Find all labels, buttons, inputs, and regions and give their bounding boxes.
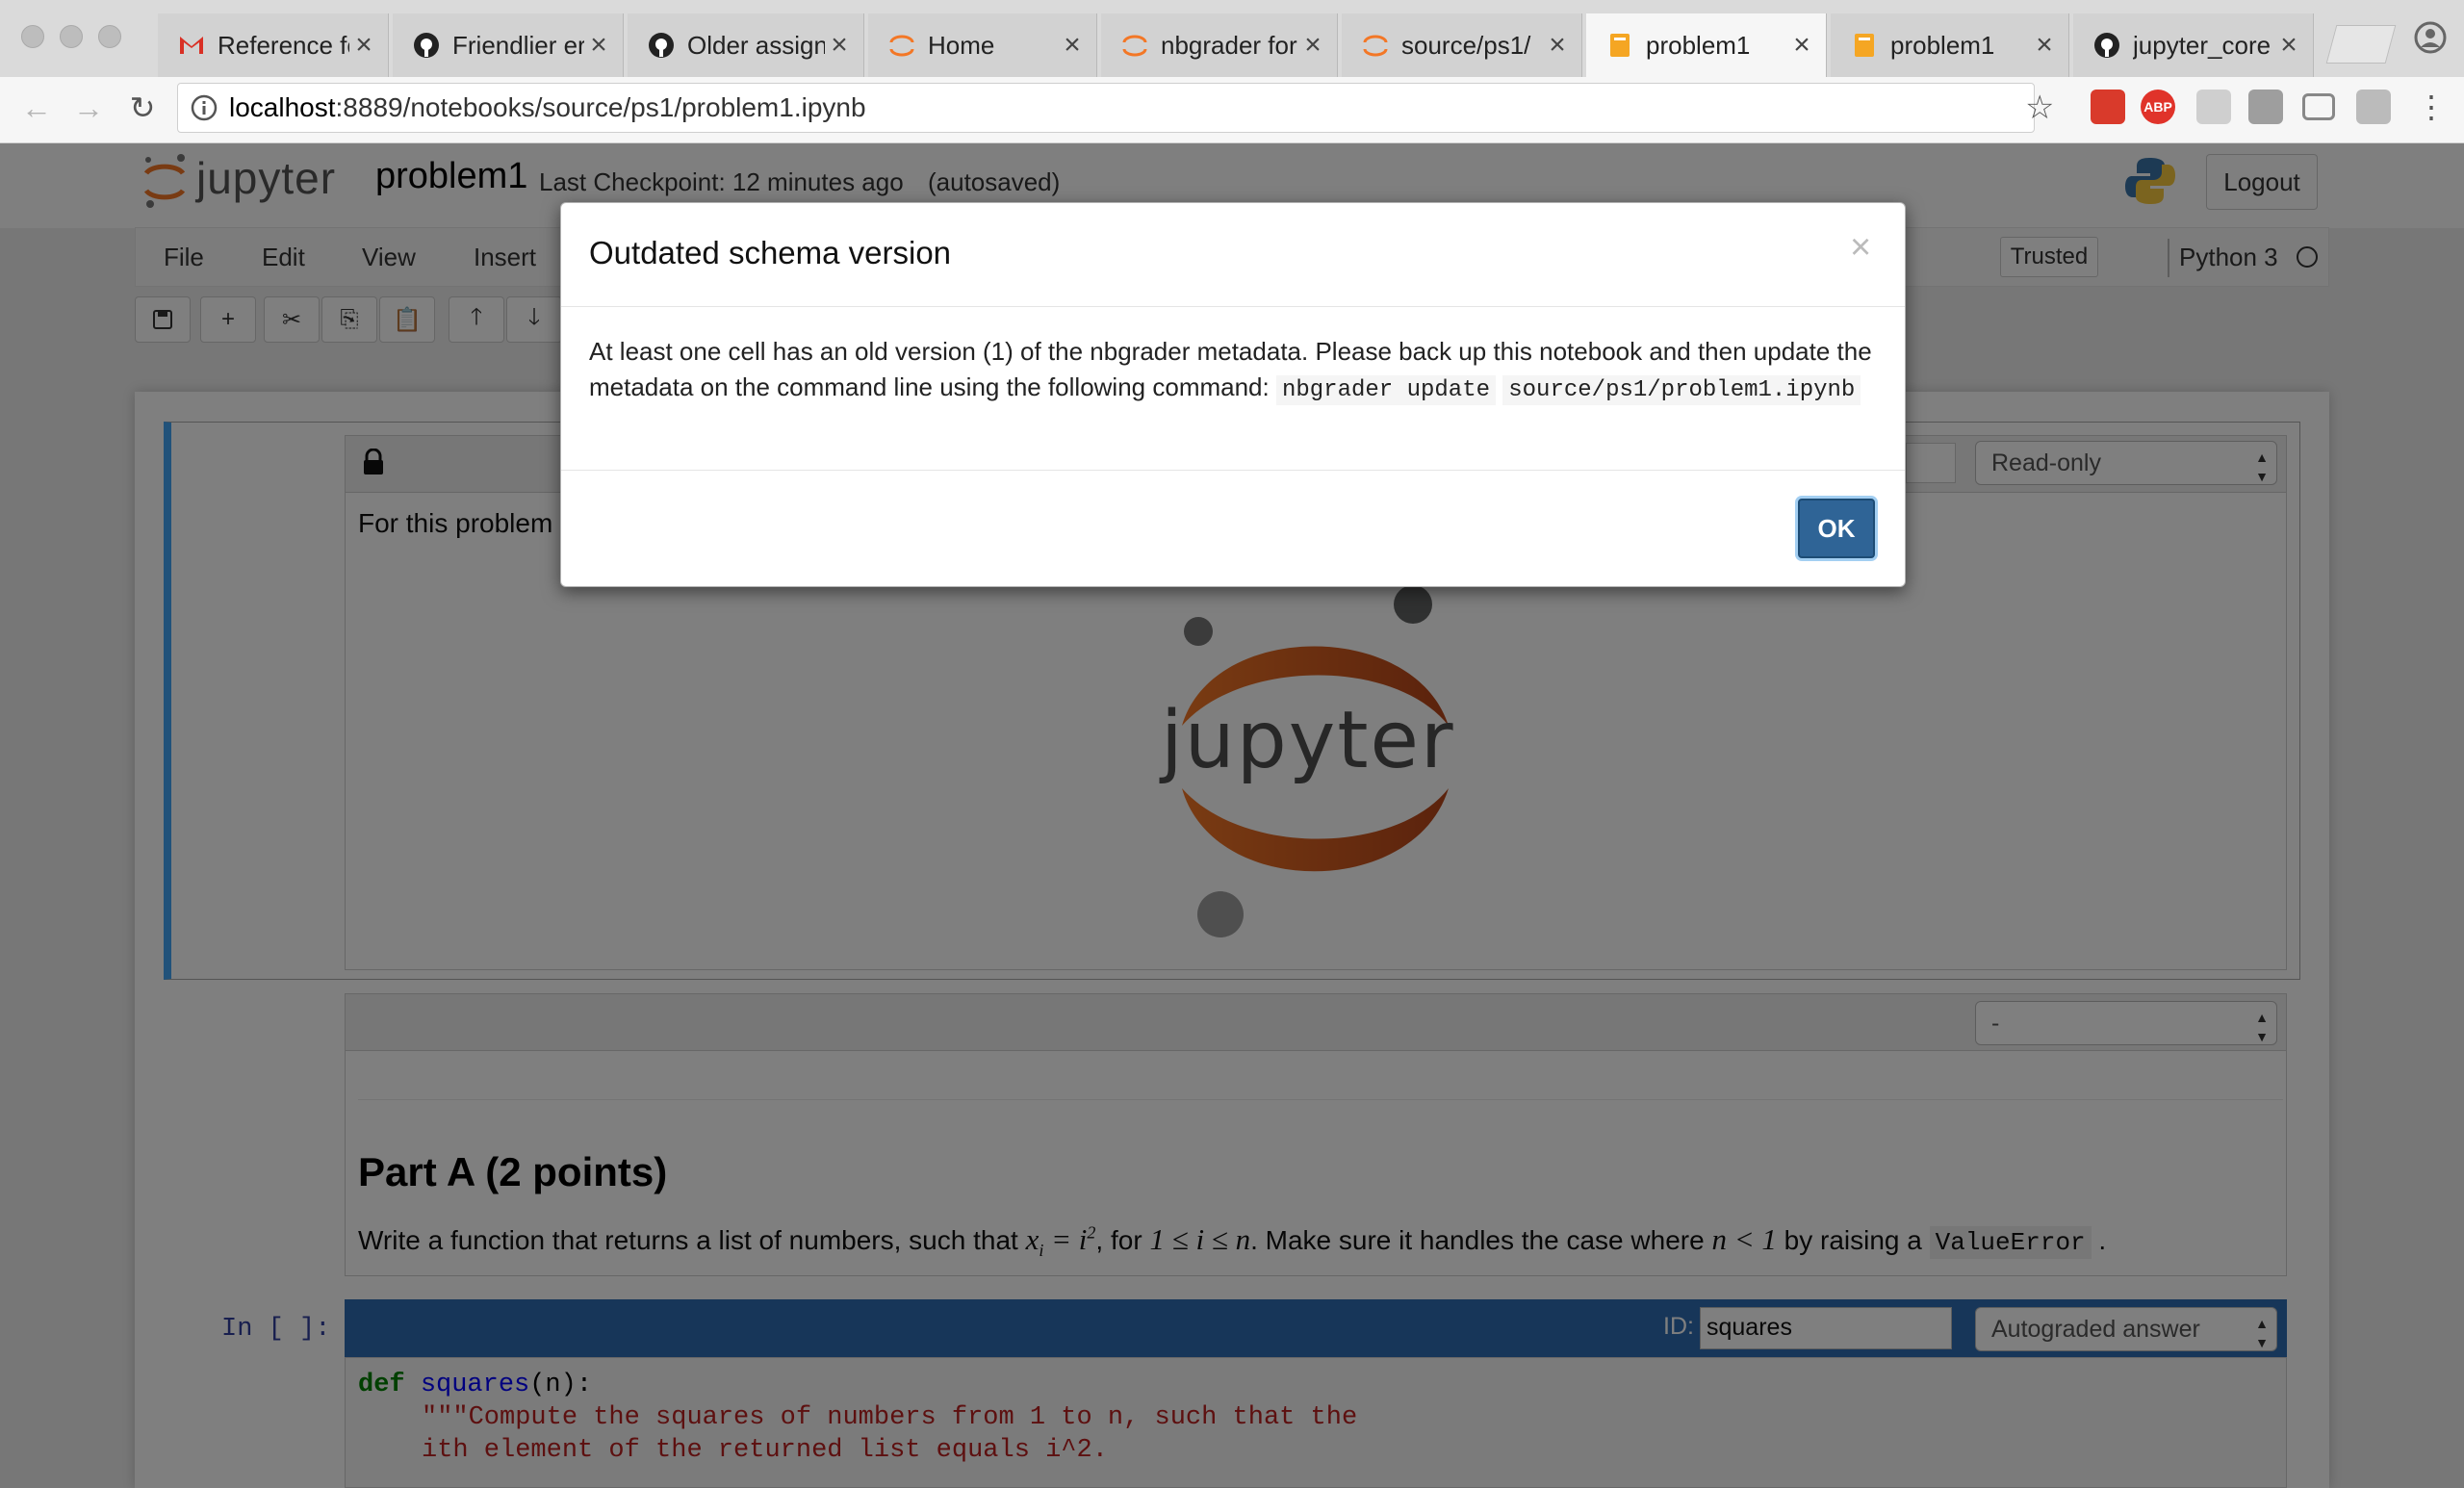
github-icon xyxy=(647,31,676,60)
browser-tab-label: Home xyxy=(928,30,995,60)
browser-tab-label: problem1 xyxy=(1890,30,1995,60)
browser-tab[interactable]: Friendlier err × xyxy=(393,13,624,77)
jupyter-icon xyxy=(1361,31,1390,60)
github-icon xyxy=(412,31,441,60)
back-button[interactable]: ← xyxy=(17,89,56,127)
modal-header-divider xyxy=(561,306,1905,307)
tab-close-icon[interactable]: × xyxy=(349,29,378,62)
modal-footer-divider xyxy=(561,470,1905,471)
window-minimize-button[interactable] xyxy=(60,25,83,48)
browser-tab[interactable]: Home × xyxy=(868,13,1097,77)
window-zoom-button[interactable] xyxy=(98,25,121,48)
modal-title: Outdated schema version xyxy=(589,235,952,270)
info-icon[interactable] xyxy=(191,94,218,121)
browser-tab[interactable]: source/ps1/ × xyxy=(1342,13,1582,77)
gmail-icon xyxy=(177,31,206,60)
browser-tab[interactable]: jupyter_core × xyxy=(2073,13,2314,77)
tab-close-icon[interactable]: × xyxy=(1058,29,1087,62)
browser-tab[interactable]: problem1 × xyxy=(1831,13,2069,77)
new-tab-button[interactable] xyxy=(2325,25,2397,64)
github-icon xyxy=(2092,31,2121,60)
tab-close-icon[interactable]: × xyxy=(584,29,613,62)
browser-tab-label: problem1 xyxy=(1646,30,1751,60)
bookmark-star-icon[interactable]: ☆ xyxy=(2025,89,2054,127)
tab-close-icon[interactable]: × xyxy=(2274,29,2303,62)
browser-tab-label: Reference fo xyxy=(218,30,349,60)
forward-button[interactable]: → xyxy=(69,89,108,127)
cast-icon[interactable] xyxy=(2302,93,2335,120)
jupyter-icon xyxy=(1120,31,1149,60)
browser-tab-label: Friendlier err xyxy=(452,30,584,60)
browser-tab-label: jupyter_core xyxy=(2133,30,2272,60)
bi-extension-icon[interactable] xyxy=(2196,90,2231,124)
tab-close-icon[interactable]: × xyxy=(1298,29,1327,62)
modal-close-icon[interactable]: × xyxy=(1850,227,1871,269)
browser-tab[interactable]: Older assign × xyxy=(628,13,864,77)
tab-close-icon[interactable]: × xyxy=(825,29,854,62)
lastpass-extension-icon[interactable] xyxy=(2091,90,2125,124)
browser-tab[interactable]: nbgrader for × xyxy=(1101,13,1338,77)
modal-body-text: At least one cell has an old version (1)… xyxy=(589,337,1872,405)
profile-icon[interactable] xyxy=(2414,21,2447,54)
jupyter-icon xyxy=(887,31,916,60)
url-text: localhost:8889/notebooks/source/ps1/prob… xyxy=(229,92,866,122)
tab-close-icon[interactable]: × xyxy=(2030,29,2059,62)
tab-close-icon[interactable]: × xyxy=(1787,29,1816,62)
browser-tab-label: nbgrader for xyxy=(1161,30,1297,60)
menu-kebab-icon[interactable]: ⋮ xyxy=(2416,89,2447,125)
translate-extension-icon[interactable] xyxy=(2356,90,2391,124)
browser-tab[interactable]: problem1 × xyxy=(1586,13,1827,77)
ok-button[interactable]: OK xyxy=(1798,499,1875,558)
reload-button[interactable]: ↻ xyxy=(123,89,162,127)
notebook-icon xyxy=(1605,31,1634,60)
adblock-extension-icon[interactable]: ABP xyxy=(2141,90,2175,124)
notebook-icon xyxy=(1850,31,1879,60)
tab-close-icon[interactable]: × xyxy=(1543,29,1572,62)
shield-extension-icon[interactable] xyxy=(2248,90,2283,124)
window-close-button[interactable] xyxy=(21,25,44,48)
browser-tab[interactable]: Reference fo × xyxy=(158,13,389,77)
browser-tab-label: source/ps1/ xyxy=(1401,30,1531,60)
browser-tab-label: Older assign xyxy=(687,30,825,60)
